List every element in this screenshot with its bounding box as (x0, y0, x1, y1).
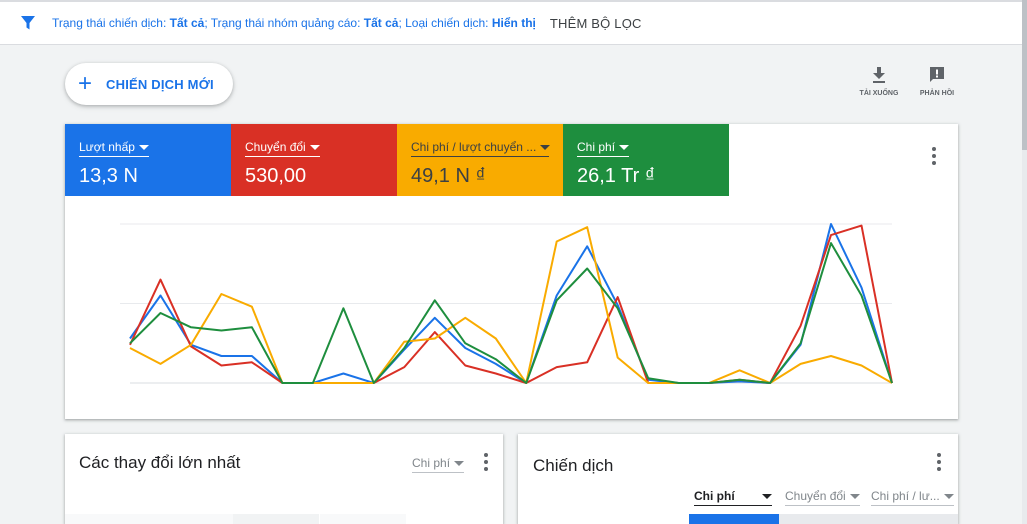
metric-clicks-selector[interactable]: Lượt nhấp (79, 140, 149, 157)
metric-selectors: Lượt nhấp 13,3 N Chuyển đổi 530,00 Chi p… (65, 124, 958, 196)
filter-bar: Trạng thái chiến dịch: Tất cả; Trạng thá… (0, 0, 1022, 45)
more-vert-icon (937, 453, 941, 457)
campaigns-title: Chiến dịch (533, 456, 614, 475)
new-campaign-button[interactable]: + CHIẾN DỊCH MỚI (65, 63, 233, 105)
bar-indicator (689, 514, 779, 524)
metric-cost-per-conversion-value: 49,1 N ₫ (411, 165, 486, 187)
caret-down-icon (138, 144, 149, 150)
metric-cost[interactable]: Chi phí 26,1 Tr ₫ (563, 124, 729, 196)
new-campaign-label: CHIẾN DỊCH MỚI (106, 76, 214, 92)
feedback-label: PHẢN HỒI (919, 90, 955, 97)
campaigns-col3-label: Chi phí / lư... (871, 489, 940, 503)
feedback-button[interactable]: PHẢN HỒI (912, 66, 962, 97)
metric-conversions-selector[interactable]: Chuyển đổi (245, 140, 320, 157)
metric-conversions-name: Chuyển đổi (245, 140, 306, 154)
plus-icon: + (78, 70, 93, 97)
metric-clicks[interactable]: Lượt nhấp 13,3 N (65, 124, 231, 196)
metric-conversions[interactable]: Chuyển đổi 530,00 (231, 124, 397, 196)
campaigns-col2-label: Chuyển đổi (785, 489, 846, 503)
biggest-changes-metric-select[interactable]: Chi phí (412, 456, 465, 473)
biggest-changes-title: Các thay đổi lớn nhất (79, 453, 241, 472)
chart-more-options-button[interactable] (922, 144, 946, 168)
performance-chart-card: Lượt nhấp 13,3 N Chuyển đổi 530,00 Chi p… (65, 124, 958, 419)
metric-cost-per-conversion-name: Chi phí / lượt chuyển ... (411, 140, 537, 154)
biggest-changes-metric-label: Chi phí (412, 456, 451, 470)
metric-cost-per-conversion-selector[interactable]: Chi phí / lượt chuyển ... (411, 140, 551, 157)
metric-cost-name: Chi phí (577, 140, 616, 154)
filter-summary[interactable]: Trạng thái chiến dịch: Tất cả; Trạng thá… (52, 16, 536, 30)
filter-label-campaign-status: Trạng thái chiến dịch: (52, 16, 170, 30)
download-button[interactable]: TẢI XUỐNG (854, 66, 904, 97)
campaigns-col3-select[interactable]: Chi phí / lư... (871, 489, 954, 506)
caret-down-icon (943, 493, 954, 499)
filter-label-adgroup-status: ; Trạng thái nhóm quảng cáo: (204, 16, 364, 30)
feedback-icon (930, 67, 944, 82)
caret-down-icon (619, 144, 630, 150)
more-vert-icon (484, 453, 488, 457)
metric-clicks-name: Lượt nhấp (79, 140, 135, 154)
campaigns-col2-select[interactable]: Chuyển đổi (785, 489, 860, 506)
metric-cost-per-conversion[interactable]: Chi phí / lượt chuyển ... 49,1 N ₫ (397, 124, 563, 196)
scrollbar[interactable] (1022, 0, 1027, 524)
scrollbar-thumb[interactable] (1022, 0, 1027, 150)
metric-cost-value: 26,1 Tr ₫ (577, 165, 656, 187)
table-row (65, 514, 233, 524)
caret-down-icon (849, 493, 860, 499)
metric-cost-selector[interactable]: Chi phí (577, 140, 630, 157)
filter-icon[interactable] (20, 15, 36, 31)
campaigns-col1-label: Chi phí (694, 489, 735, 503)
campaigns-col1-select[interactable]: Chi phí (694, 489, 772, 506)
biggest-changes-card: Các thay đổi lớn nhất Chi phí (65, 434, 503, 524)
campaigns-card: Chiến dịch Chi phí Chuyển đổi Chi phí / … (518, 434, 958, 524)
table-cell (320, 514, 406, 524)
filter-label-campaign-type: ; Loại chiến dịch: (398, 16, 492, 30)
filter-value-campaign-type: Hiển thị (491, 16, 536, 30)
metric-conversions-value: 530,00 (245, 165, 307, 187)
download-label: TẢI XUỐNG (859, 90, 899, 97)
add-filter-button[interactable]: THÊM BỘ LỌC (550, 16, 642, 31)
caret-down-icon (762, 493, 772, 499)
campaigns-more-button[interactable] (929, 452, 949, 472)
caret-down-icon (540, 144, 551, 150)
series-line-3[interactable] (129, 226, 893, 384)
metric-clicks-value: 13,3 N (79, 165, 138, 187)
table-cell (233, 514, 319, 524)
caret-down-icon (454, 460, 465, 466)
table-cell (779, 514, 958, 524)
caret-down-icon (309, 144, 320, 150)
biggest-changes-more-button[interactable] (476, 452, 496, 472)
more-vert-icon (932, 147, 936, 151)
filter-value-adgroup-status: Tất cả (363, 16, 399, 30)
line-chart (120, 223, 893, 384)
download-icon (873, 67, 885, 83)
filter-value-campaign-status: Tất cả (169, 16, 205, 30)
